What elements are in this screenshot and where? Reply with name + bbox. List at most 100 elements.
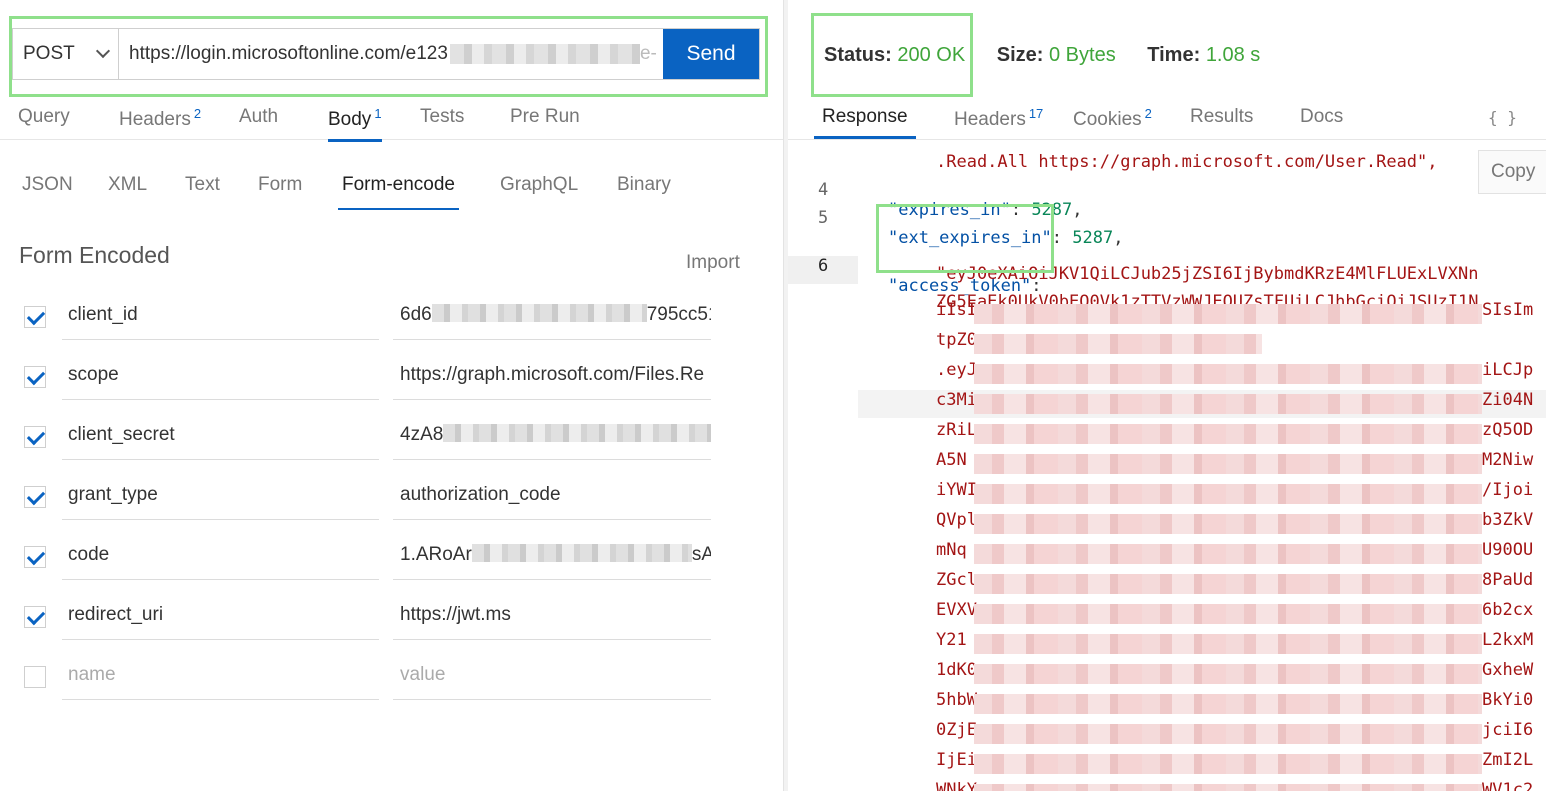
row-checkbox[interactable] [24,546,46,568]
token-fragment-start: iIsI [936,300,977,320]
form-key[interactable]: code [62,532,379,580]
subtab-json[interactable]: JSON [22,174,73,196]
form-row: grant_type authorization_code [0,472,783,520]
tab-body[interactable]: Body 1 [328,106,382,142]
token-redacted [974,664,1482,684]
token-fragment-end: U90OU [1482,540,1534,560]
time-value: 1.08 s [1205,44,1261,66]
code-line: "eyJ0eXAiOiJKV1QiLCJub25jZSI6IjBybmdKRzE… [936,264,1479,284]
form-row: code 1.ARoArsAb [0,532,783,580]
row-checkbox[interactable] [24,366,46,388]
subtab-binary[interactable]: Binary [617,174,671,196]
new-key-input[interactable]: name [62,652,379,700]
import-link[interactable]: Import [686,252,740,274]
url-text: https://login.microsoftonline.com/e123 [129,43,448,64]
code-line-redacted: 0ZjE jciI6 [788,720,1546,748]
body-type-tabs: JSON XML Text Form Form-encode GraphQL B… [0,160,783,210]
time-label: Time: [1147,44,1201,66]
tab-headers[interactable]: Headers 2 [119,106,201,131]
tab-results[interactable]: Results [1190,106,1253,128]
response-status-bar: Status: 200 OK Size: 0 Bytes Time: 1.08 … [824,44,1260,67]
subtab-text[interactable]: Text [185,174,220,196]
token-redacted [974,394,1482,414]
format-braces-icon[interactable]: { } [1488,108,1517,127]
copy-button[interactable]: Copy [1478,150,1546,194]
token-fragment-start: WNkY [936,780,977,791]
subtab-form[interactable]: Form [258,174,302,196]
code-line-redacted: tpZ0 [788,330,1546,358]
url-redacted [449,44,640,64]
form-value[interactable]: https://jwt.ms [393,592,711,640]
code-line-redacted: zRiL zQ5OD [788,420,1546,448]
form-value[interactable]: https://graph.microsoft.com/Files.Re [393,352,711,400]
token-fragment-start: 1dK0 [936,660,977,680]
request-tabs: Query Headers 2 Auth Body 1 Tests Pre Run [0,96,783,142]
form-key[interactable]: client_secret [62,412,379,460]
token-fragment-start: Y21 [936,630,967,650]
row-checkbox[interactable] [24,306,46,328]
token-fragment-end: zQ5OD [1482,420,1534,440]
form-value[interactable]: authorization_code [393,472,711,520]
url-tail: e- [639,43,657,64]
tab-pre-run[interactable]: Pre Run [510,106,580,128]
request-pane: POST https://login.microsoftonline.com/e… [0,0,783,791]
subtab-form-encode[interactable]: Form-encode [338,174,459,210]
response-pane: Status: 200 OK Size: 0 Bytes Time: 1.08 … [788,0,1546,791]
token-fragment-end: L2kxM [1482,630,1534,650]
code-line-redacted: mNq U90OU [788,540,1546,568]
form-row: client_secret 4zA8 [0,412,783,460]
token-redacted [974,754,1482,774]
tab-auth[interactable]: Auth [239,106,278,128]
form-key[interactable]: grant_type [62,472,379,520]
subtab-xml[interactable]: XML [108,174,147,196]
tab-docs[interactable]: Docs [1300,106,1343,128]
form-value[interactable]: 6d6795cc51 [393,292,711,340]
code-line-redacted: QVpl b3ZkV [788,510,1546,538]
tab-query[interactable]: Query [18,106,70,128]
token-fragment-start: tpZ0 [936,330,977,350]
form-key[interactable]: scope [62,352,379,400]
chevron-down-icon [95,43,111,59]
code-line-redacted: 1dK0 GxheW [788,660,1546,688]
cookies-badge: 2 [1144,106,1152,121]
code-line: 4 "expires_in": 5287, [818,180,1083,220]
form-key[interactable]: client_id [62,292,379,340]
token-fragment-end: SIsIm [1482,300,1534,320]
tab-response[interactable]: Response [814,106,916,139]
token-fragment-end: WV1c2 [1482,780,1534,791]
code-line-redacted: ZGcl 8PaUd [788,570,1546,598]
row-checkbox[interactable] [24,666,46,688]
form-value[interactable]: 1.ARoArsAb [393,532,711,580]
tab-response-headers[interactable]: Headers 17 [954,106,1043,131]
row-checkbox[interactable] [24,426,46,448]
send-button[interactable]: Send [663,29,759,79]
code-line-redacted: 5hbW BkYi0 [788,690,1546,718]
token-fragment-end: 8PaUd [1482,570,1534,590]
token-fragment-end: iLCJp [1482,360,1534,380]
url-input[interactable]: https://login.microsoftonline.com/e123 e… [119,29,663,79]
token-fragment-end: /Ijoi [1482,480,1534,500]
token-redacted [974,724,1482,744]
size-value: 0 Bytes [1049,44,1116,66]
subtab-graphql[interactable]: GraphQL [500,174,578,196]
headers-count-badge: 2 [193,106,202,121]
row-checkbox[interactable] [24,486,46,508]
form-value[interactable]: 4zA8 [393,412,711,460]
method-label: POST [23,43,75,64]
token-redacted [974,484,1482,504]
row-checkbox[interactable] [24,606,46,628]
tab-cookies[interactable]: Cookies 2 [1073,106,1152,131]
tab-tests[interactable]: Tests [420,106,464,128]
token-fragment-start: .eyJ [936,360,977,380]
form-row: redirect_uri https://jwt.ms [0,592,783,640]
form-key[interactable]: redirect_uri [62,592,379,640]
token-fragment-end: ZmI2L [1482,750,1534,770]
code-line-redacted: Y21 L2kxM [788,630,1546,658]
new-value-input[interactable]: value [393,652,711,700]
token-fragment-start: QVpl [936,510,977,530]
token-fragment-start: ZGcl [936,570,977,590]
method-select[interactable]: POST [13,29,119,79]
token-redacted [974,634,1482,654]
status-label: Status: [824,44,892,66]
token-fragment-start: mNq [936,540,967,560]
